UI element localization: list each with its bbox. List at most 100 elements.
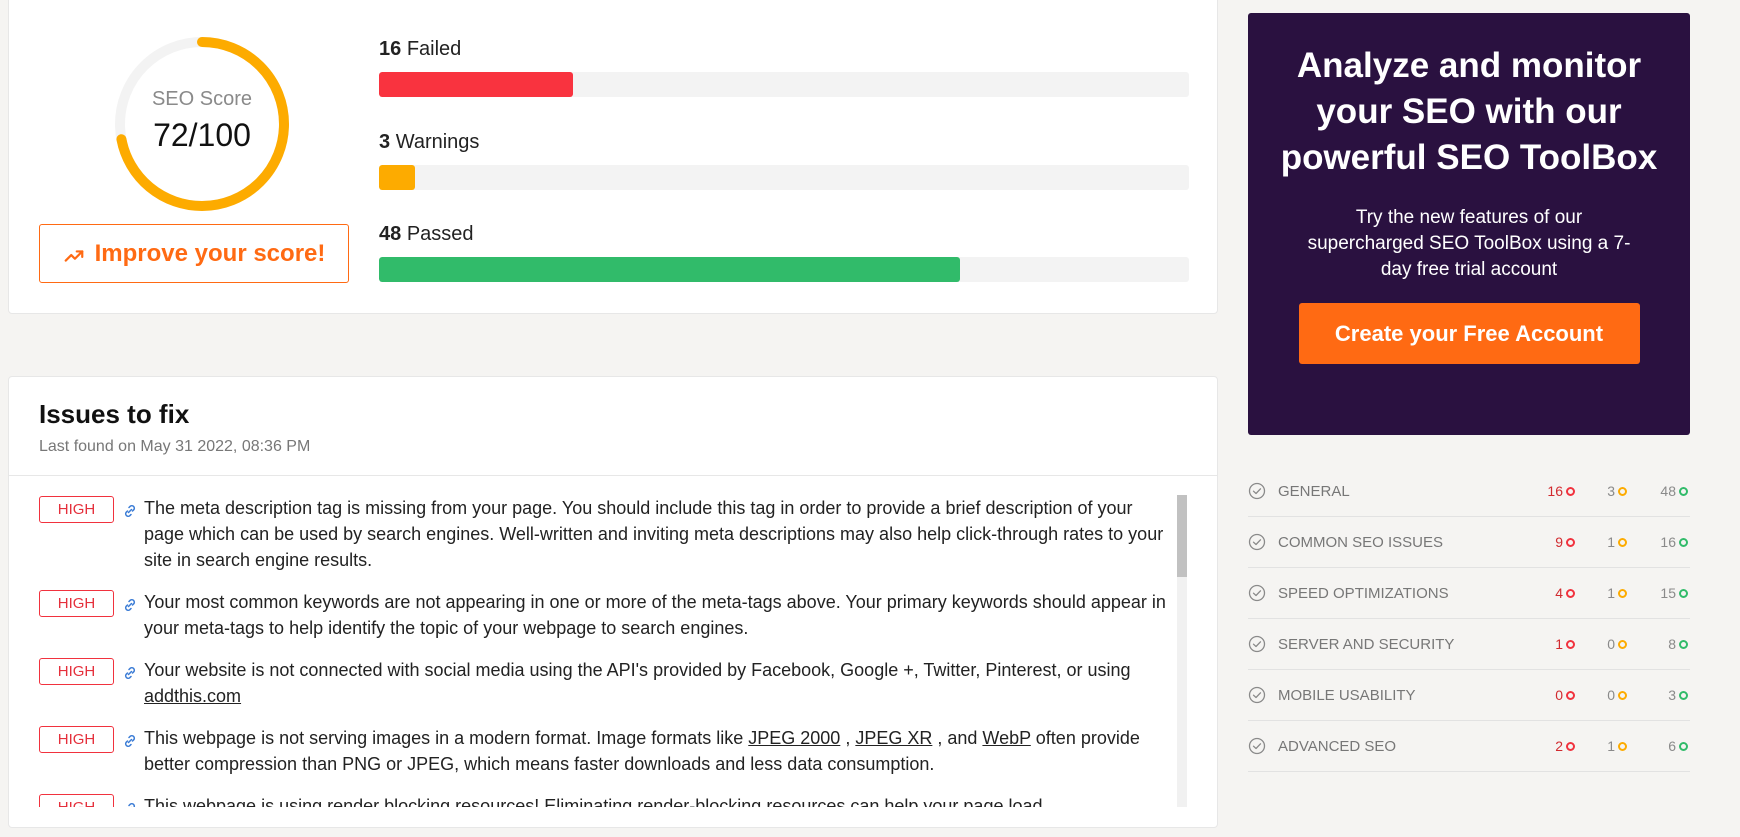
failed-dot-icon xyxy=(1566,639,1575,649)
issue-text: This webpage is not serving images in a … xyxy=(144,728,1140,774)
failed-dot-icon xyxy=(1566,741,1575,751)
category-row[interactable]: Server and Security 1 0 8 xyxy=(1248,619,1690,670)
check-circle-icon xyxy=(1248,533,1266,551)
passed-label: Passed xyxy=(406,223,474,245)
failed-stat: 16 Failed xyxy=(379,38,1189,97)
link-icon[interactable] xyxy=(122,665,144,686)
issues-card: Issues to fix Last found on May 31 2022,… xyxy=(8,376,1218,828)
failed-dot-icon xyxy=(1566,537,1575,547)
warnings-count: 0 xyxy=(1607,687,1627,703)
category-row[interactable]: Advanced SEO 2 1 6 xyxy=(1248,721,1690,772)
promo-panel: Analyze and monitor your SEO with our po… xyxy=(1248,13,1690,435)
jpegxr-link[interactable]: JPEG XR xyxy=(855,728,932,748)
link-icon[interactable] xyxy=(122,801,144,807)
issue-item: HIGH This webpage is using render blocki… xyxy=(9,793,1189,807)
category-label: Speed Optimizations xyxy=(1278,584,1449,602)
failed-bar-fill xyxy=(379,72,574,97)
check-circle-icon xyxy=(1248,482,1266,500)
severity-badge: HIGH xyxy=(39,590,114,617)
warning-dot-icon xyxy=(1618,537,1627,547)
score-value: 72/100 xyxy=(153,117,251,153)
failed-count: 16 xyxy=(379,38,402,60)
severity-badge: HIGH xyxy=(39,658,114,685)
failed-count: 4 xyxy=(1555,585,1575,601)
category-list: General 16 3 48 Common SEO Issues 9 1 16 Speed O… xyxy=(1248,466,1690,772)
category-label: Common SEO Issues xyxy=(1278,533,1444,551)
category-label: Server and Security xyxy=(1278,635,1455,653)
failed-bar xyxy=(379,72,1189,97)
passed-count: 6 xyxy=(1668,738,1688,754)
category-row[interactable]: Mobile Usability 0 0 3 xyxy=(1248,670,1690,721)
score-label: SEO Score xyxy=(151,88,253,110)
issue-item: HIGH Your website is not connected with … xyxy=(9,657,1189,709)
warnings-count: 3 xyxy=(379,131,391,153)
severity-badge: HIGH xyxy=(39,726,114,753)
issue-item: HIGH This webpage is not serving images … xyxy=(9,725,1189,777)
warnings-count: 1 xyxy=(1607,585,1627,601)
webp-link[interactable]: WebP xyxy=(982,728,1030,748)
improve-score-label: Improve your score! xyxy=(94,239,326,267)
failed-dot-icon xyxy=(1566,588,1575,598)
issues-scrollbar[interactable] xyxy=(1177,495,1187,807)
failed-count: 1 xyxy=(1555,636,1575,652)
create-free-account-button[interactable]: Create your Free Account xyxy=(1298,303,1640,364)
issue-item: HIGH Your most common keywords are not a… xyxy=(9,589,1189,641)
improve-score-button[interactable]: Improve your score! xyxy=(39,224,349,283)
failed-count: 2 xyxy=(1555,738,1575,754)
check-circle-icon xyxy=(1248,635,1266,653)
warning-dot-icon xyxy=(1618,690,1627,700)
warning-dot-icon xyxy=(1618,486,1627,496)
category-row[interactable]: Common SEO Issues 9 1 16 xyxy=(1248,517,1690,568)
passed-dot-icon xyxy=(1679,690,1688,700)
issues-header: Issues to fix Last found on May 31 2022,… xyxy=(9,377,1217,476)
warnings-count: 1 xyxy=(1607,534,1627,550)
failed-count: 9 xyxy=(1555,534,1575,550)
issue-text: The meta description tag is missing from… xyxy=(144,498,1164,570)
failed-dot-icon xyxy=(1566,690,1575,700)
check-circle-icon xyxy=(1248,686,1266,704)
failed-count: 0 xyxy=(1555,687,1575,703)
passed-count: 16 xyxy=(1660,534,1688,550)
warnings-count: 3 xyxy=(1607,483,1627,499)
promo-text: Try the new features of our supercharged… xyxy=(1307,207,1631,280)
issues-list[interactable]: HIGH The meta description tag is missing… xyxy=(9,477,1189,807)
issues-last-found: Last found on May 31 2022, 08:36 PM xyxy=(39,438,311,455)
failed-count: 16 xyxy=(1547,483,1575,499)
passed-count: 48 xyxy=(1660,483,1688,499)
passed-dot-icon xyxy=(1679,639,1688,649)
link-icon[interactable] xyxy=(122,733,144,754)
issue-text: Your most common keywords are not appear… xyxy=(144,592,1166,638)
check-circle-icon xyxy=(1248,737,1266,755)
check-circle-icon xyxy=(1248,584,1266,602)
passed-dot-icon xyxy=(1679,741,1688,751)
issue-text: This webpage is using render blocking re… xyxy=(144,796,1043,807)
issue-item: HIGH The meta description tag is missing… xyxy=(9,495,1189,573)
score-card: SEO Score 72/100 Improve your score! 16 … xyxy=(8,0,1218,314)
jpeg2000-link[interactable]: JPEG 2000 xyxy=(748,728,840,748)
promo-title: Analyze and monitor your SEO with our po… xyxy=(1280,46,1658,177)
passed-dot-icon xyxy=(1679,588,1688,598)
passed-count: 8 xyxy=(1668,636,1688,652)
passed-count: 15 xyxy=(1660,585,1688,601)
addthis-link[interactable]: addthis.com xyxy=(144,686,241,706)
passed-count: 3 xyxy=(1668,687,1688,703)
trending-up-icon xyxy=(64,249,83,262)
passed-bar-fill xyxy=(379,257,960,282)
category-row[interactable]: Speed Optimizations 4 1 15 xyxy=(1248,568,1690,619)
link-icon[interactable] xyxy=(122,597,144,618)
category-row[interactable]: General 16 3 48 xyxy=(1248,466,1690,517)
scrollbar-thumb[interactable] xyxy=(1177,495,1187,577)
failed-label: Failed xyxy=(406,38,462,60)
passed-count: 48 xyxy=(379,223,402,245)
warnings-stat: 3 Warnings xyxy=(379,131,1189,190)
warnings-count: 0 xyxy=(1607,636,1627,652)
warnings-bar-fill xyxy=(379,165,416,190)
passed-bar xyxy=(379,257,1189,282)
issue-text: Your website is not connected with socia… xyxy=(144,660,1131,706)
warnings-bar xyxy=(379,165,1189,190)
severity-badge: HIGH xyxy=(39,794,114,807)
warnings-count: 1 xyxy=(1607,738,1627,754)
warning-dot-icon xyxy=(1618,588,1627,598)
link-icon[interactable] xyxy=(122,503,144,524)
category-label: General xyxy=(1278,482,1350,500)
